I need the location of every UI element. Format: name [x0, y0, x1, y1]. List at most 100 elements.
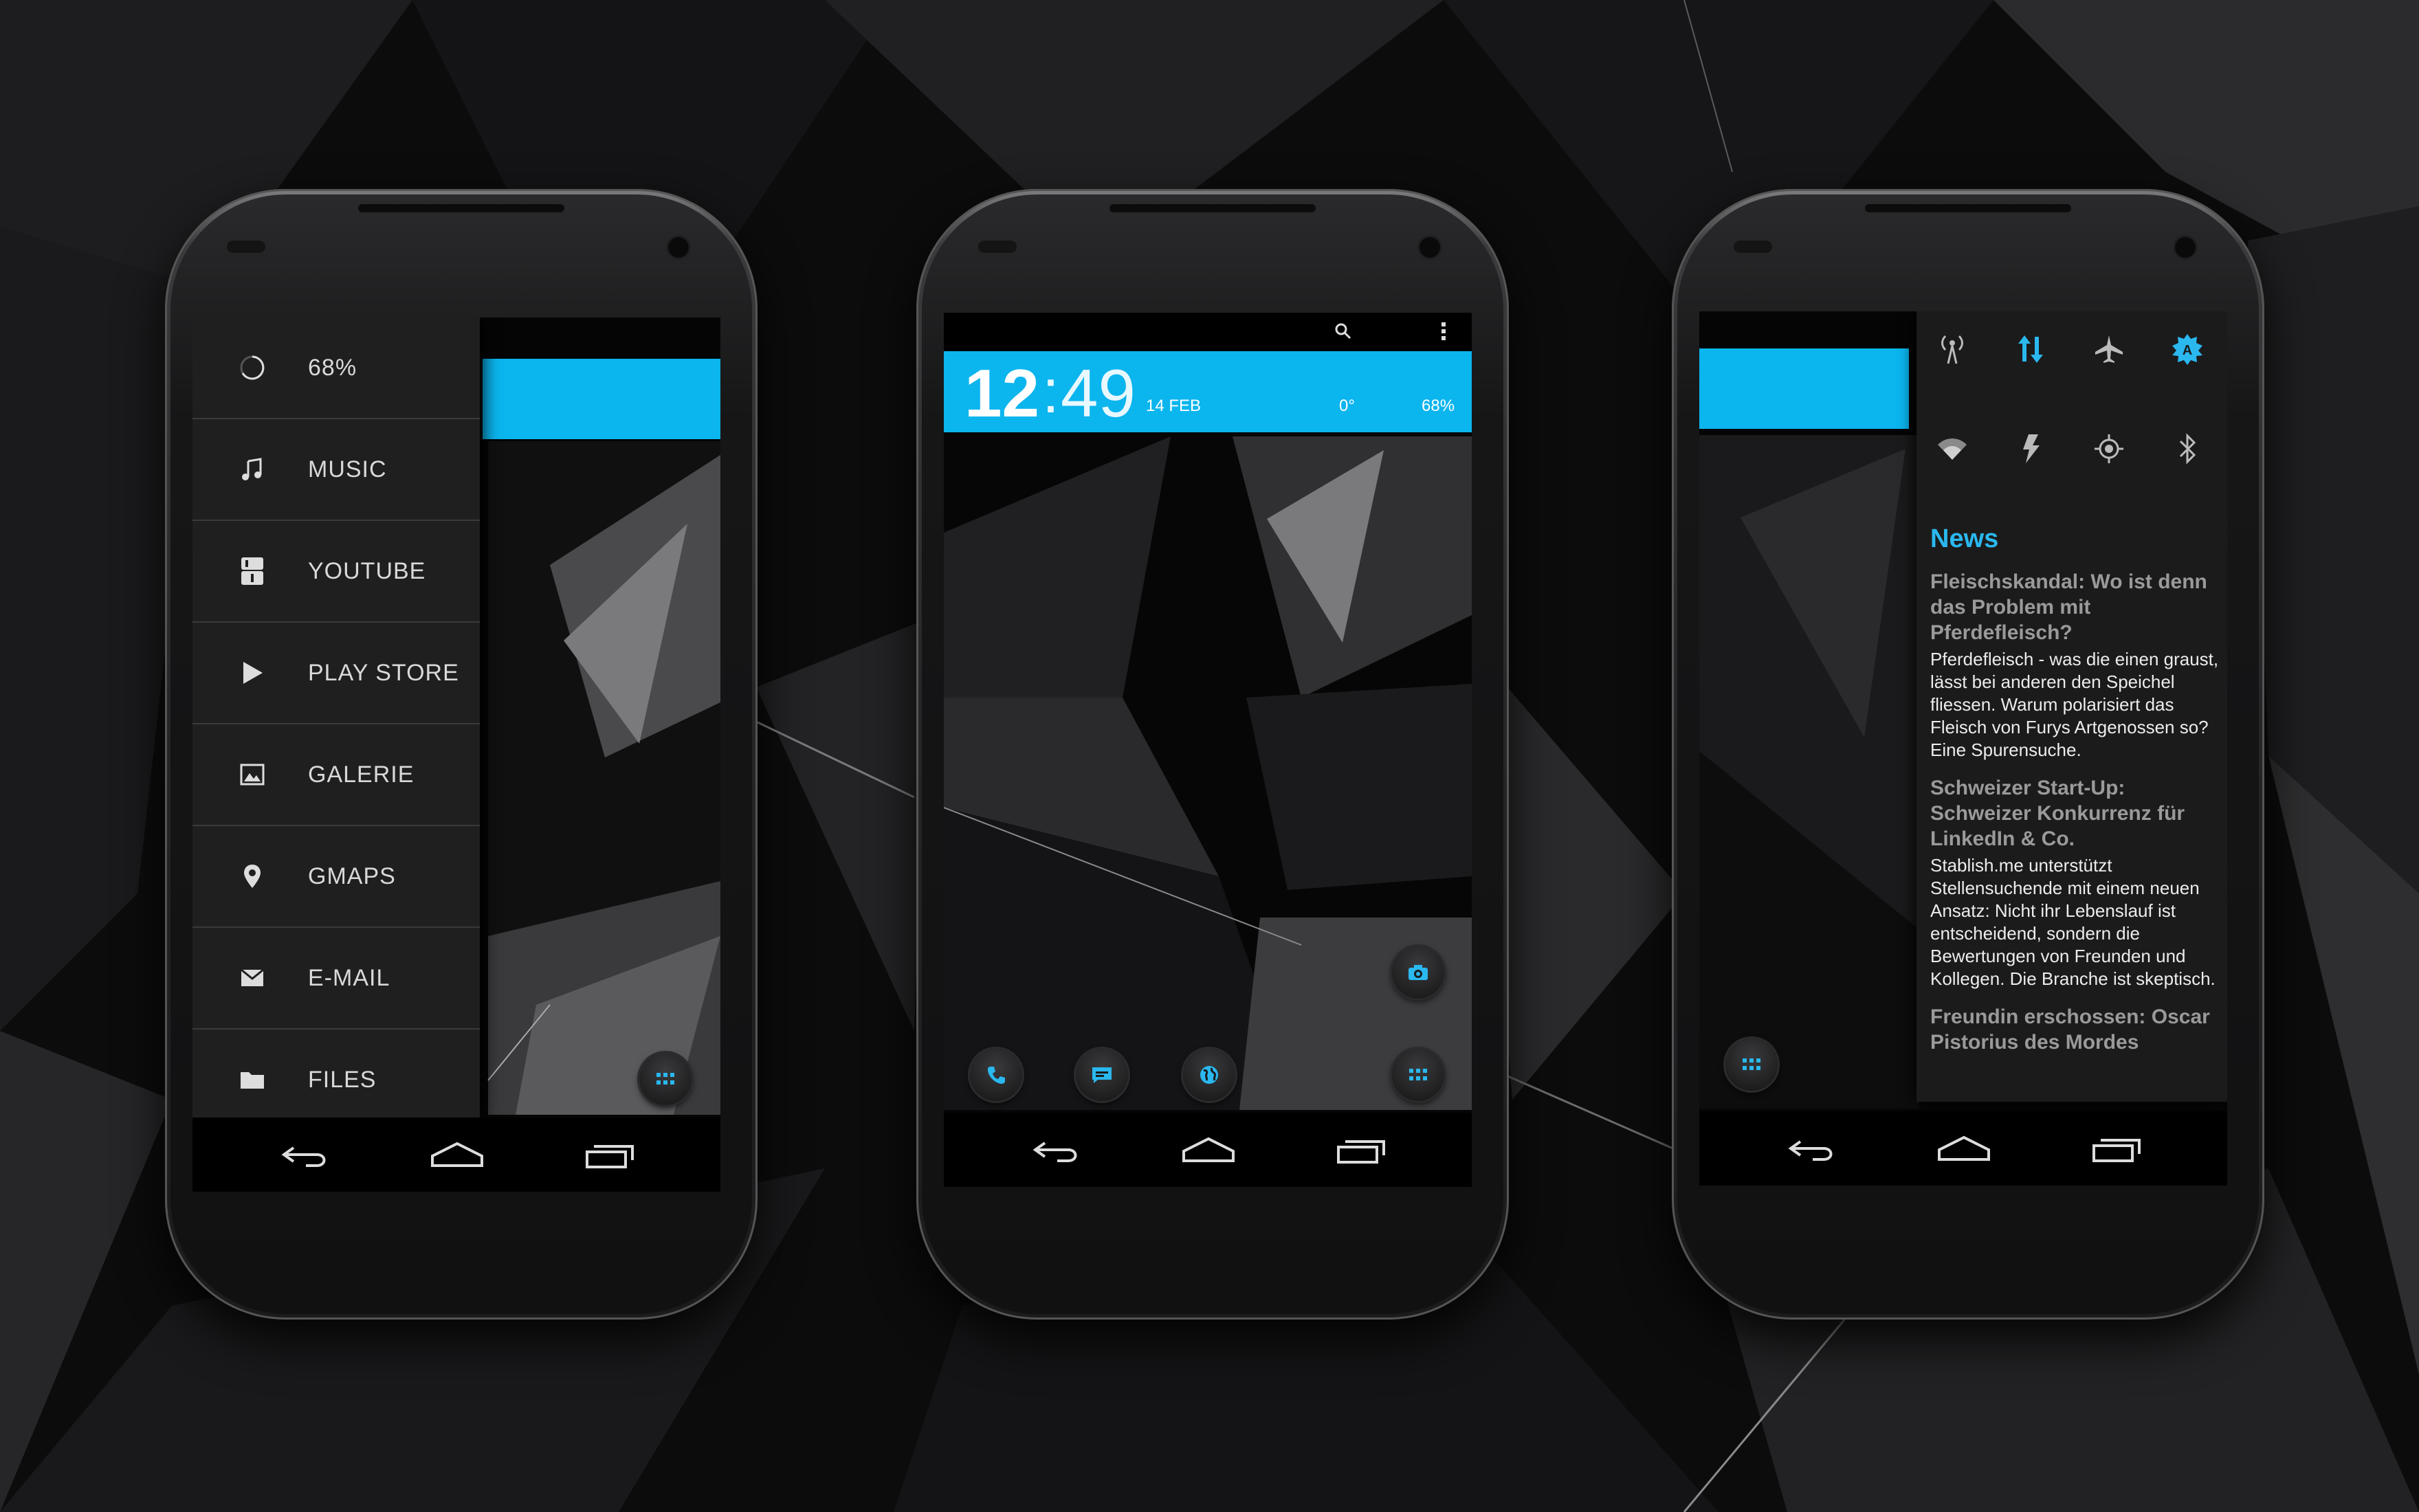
- front-camera: [1420, 237, 1440, 258]
- front-camera: [668, 237, 689, 258]
- news-article[interactable]: Fleischskandal: Wo ist denn das Problem …: [1930, 569, 2219, 761]
- home-icon: [431, 1142, 483, 1167]
- music-note-icon: [235, 457, 269, 482]
- home-button[interactable]: [430, 1138, 485, 1171]
- clock-hours: 12: [964, 355, 1040, 431]
- app-drawer-panel: 68% MUSIC YOUTUBE PLAY STORE GALERIE GMA…: [192, 318, 480, 1118]
- menu-item-battery[interactable]: 68%: [192, 318, 480, 419]
- gps-icon[interactable]: [2088, 428, 2130, 469]
- image-icon: [235, 764, 269, 786]
- home-icon: [1938, 1135, 1990, 1161]
- news-headline: Freundin erschossen: Oscar Pistorius des…: [1930, 1005, 2210, 1054]
- menu-item-play-store[interactable]: PLAY STORE: [192, 623, 480, 724]
- menu-item-label: YOUTUBE: [308, 557, 426, 584]
- browser-icon: [1200, 1066, 1218, 1084]
- quick-toggles-row-2: [1917, 428, 2227, 497]
- phone-right: A News Fleischskandal: Wo ist denn das P…: [1672, 189, 2264, 1320]
- menu-item-email[interactable]: E-MAIL: [192, 928, 480, 1030]
- recents-button[interactable]: [584, 1138, 639, 1171]
- status-bar: [944, 313, 1472, 351]
- navigation-bar: [192, 1118, 720, 1192]
- airplane-icon[interactable]: [2088, 329, 2130, 370]
- recents-button[interactable]: [1336, 1133, 1391, 1166]
- back-button[interactable]: [278, 1138, 333, 1171]
- news-widget-title: News: [1930, 524, 1999, 553]
- screen: 68% MUSIC YOUTUBE PLAY STORE GALERIE GMA…: [192, 318, 720, 1192]
- signal-icon[interactable]: [1932, 329, 1973, 370]
- quick-toggles-row-1: A: [1917, 329, 2227, 397]
- menu-item-label: 68%: [308, 354, 357, 381]
- battery-level: 68%: [1422, 397, 1455, 415]
- browser-app-button[interactable]: [1183, 1049, 1235, 1101]
- menu-item-gmaps[interactable]: GMAPS: [192, 826, 480, 928]
- back-button[interactable]: [1785, 1132, 1840, 1165]
- menu-item-label: FILES: [308, 1066, 377, 1093]
- clock-colon: :: [1042, 357, 1060, 426]
- bluetooth-icon[interactable]: [2167, 428, 2208, 469]
- news-body: Stablish.me unterstützt Stellensuchende …: [1930, 855, 2216, 989]
- earpiece-speaker: [1109, 204, 1316, 212]
- proximity-sensor: [1734, 241, 1772, 253]
- earpiece-speaker: [358, 204, 564, 212]
- news-feed[interactable]: Fleischskandal: Wo ist denn das Problem …: [1930, 569, 2219, 1091]
- apps-grid-icon: [656, 1073, 674, 1085]
- menu-item-music[interactable]: MUSIC: [192, 419, 480, 521]
- overflow-menu-icon[interactable]: [1440, 321, 1447, 342]
- phone-app-button[interactable]: [970, 1049, 1022, 1101]
- menu-item-youtube[interactable]: YOUTUBE: [192, 521, 480, 623]
- home-button[interactable]: [1936, 1132, 1991, 1165]
- news-headline: Schweizer Start-Up: Schweizer Konkurrenz…: [1930, 777, 2185, 850]
- back-button[interactable]: [1030, 1133, 1085, 1166]
- navigation-bar: [944, 1113, 1472, 1187]
- back-arrow-icon: [281, 1146, 326, 1167]
- progress-ring-icon: [235, 354, 269, 381]
- navigation-bar: [1699, 1111, 2227, 1186]
- apps-grid-icon: [1743, 1058, 1760, 1070]
- apps-grid-button[interactable]: [639, 1053, 692, 1105]
- clock-minutes: 49: [1061, 355, 1136, 431]
- front-camera: [2175, 237, 2196, 258]
- camera-button[interactable]: [1392, 946, 1444, 999]
- map-pin-icon: [235, 863, 269, 889]
- menu-item-gallery[interactable]: GALERIE: [192, 724, 480, 826]
- mail-icon: [235, 968, 269, 988]
- accent-bar: [483, 359, 720, 439]
- apps-grid-button[interactable]: [1725, 1038, 1778, 1091]
- news-article[interactable]: Freundin erschossen: Oscar Pistorius des…: [1930, 1004, 2219, 1055]
- search-icon[interactable]: [1334, 322, 1352, 340]
- wifi-icon[interactable]: [1932, 428, 1973, 469]
- menu-item-files[interactable]: FILES: [192, 1030, 480, 1130]
- apps-grid-button[interactable]: [1392, 1049, 1444, 1101]
- screen: A News Fleischskandal: Wo ist denn das P…: [1699, 311, 2227, 1186]
- menu-item-label: PLAY STORE: [308, 659, 459, 686]
- flash-icon[interactable]: [2010, 428, 2051, 469]
- accent-bar: [1699, 348, 1909, 429]
- messages-icon: [1092, 1067, 1112, 1083]
- auto-brightness-icon[interactable]: A: [2167, 329, 2208, 370]
- menu-item-label: MUSIC: [308, 456, 387, 482]
- home-button[interactable]: [1181, 1133, 1236, 1166]
- news-headline: Fleischskandal: Wo ist denn das Problem …: [1930, 570, 2207, 644]
- earpiece-speaker: [1865, 204, 2071, 212]
- weather-temperature: 0°: [1339, 397, 1355, 415]
- proximity-sensor: [227, 241, 265, 253]
- screen: 12 : 49 14 FEB 0° 68%: [944, 313, 1472, 1187]
- data-sync-icon[interactable]: [2010, 329, 2051, 370]
- clock-date: 14 FEB: [1146, 397, 1202, 415]
- proximity-sensor: [978, 241, 1017, 253]
- recents-icon: [586, 1145, 634, 1168]
- menu-item-label: E-MAIL: [308, 964, 390, 991]
- folder-icon: [235, 1069, 269, 1090]
- camera-icon: [1409, 965, 1428, 980]
- recents-button[interactable]: [2091, 1132, 2146, 1165]
- recents-icon: [1337, 1140, 1385, 1164]
- phone-icon: [988, 1067, 1005, 1084]
- back-arrow-icon: [1788, 1140, 1833, 1161]
- messages-app-button[interactable]: [1076, 1049, 1128, 1101]
- clock-widget[interactable]: 12 : 49 14 FEB 0° 68%: [944, 351, 1472, 432]
- menu-item-label: GMAPS: [308, 863, 396, 889]
- play-icon: [235, 660, 269, 685]
- recents-icon: [2092, 1139, 2141, 1162]
- news-article[interactable]: Schweizer Start-Up: Schweizer Konkurrenz…: [1930, 775, 2219, 990]
- phone-left: 68% MUSIC YOUTUBE PLAY STORE GALERIE GMA…: [165, 189, 758, 1320]
